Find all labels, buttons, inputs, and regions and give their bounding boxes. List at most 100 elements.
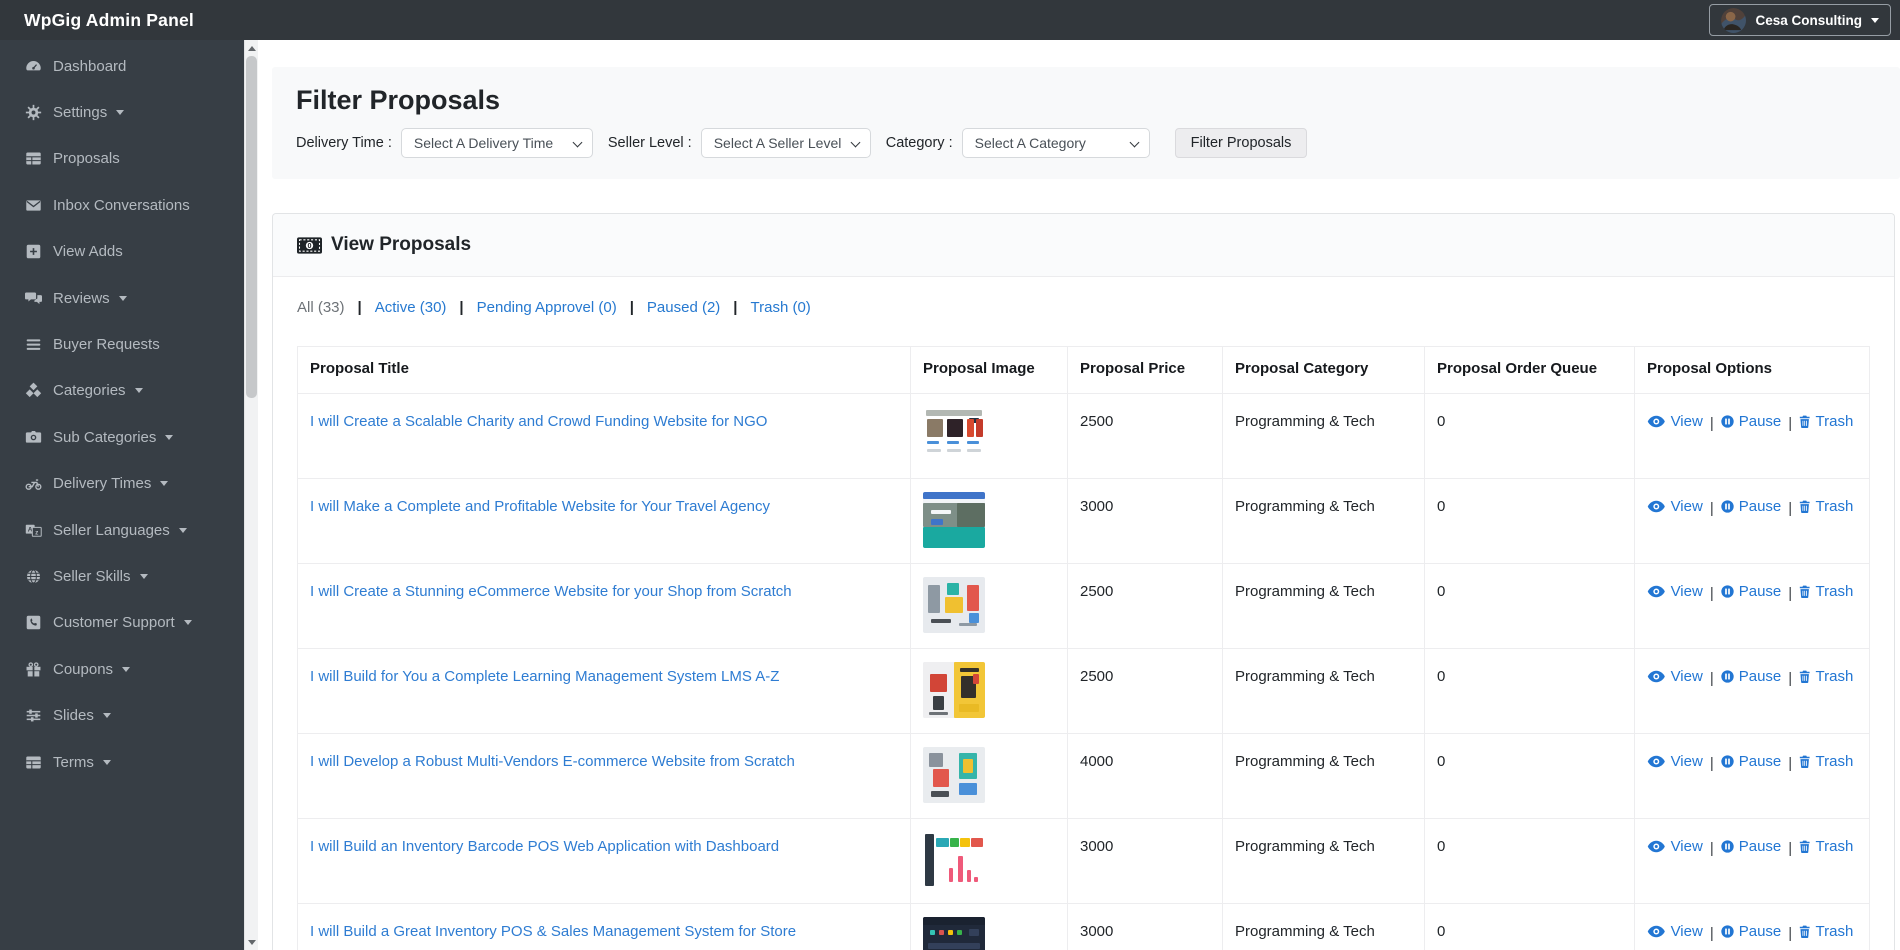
select-a-seller-level-select[interactable]: Select A Seller Level — [700, 128, 871, 158]
select-a-delivery-time-select[interactable]: Select A Delivery Time — [400, 128, 593, 158]
proposal-order-queue: 0 — [1424, 648, 1635, 734]
sidebar-item-terms[interactable]: Terms — [0, 739, 244, 785]
proposal-category: Programming & Tech — [1222, 478, 1425, 564]
table-row: I will Create a Scalable Charity and Cro… — [297, 393, 1870, 479]
sidebar-item-seller-languages[interactable]: Az Seller Languages — [0, 507, 244, 553]
content-scrollbar[interactable] — [244, 40, 258, 950]
view-link[interactable]: View — [1647, 753, 1703, 770]
view-link[interactable]: View — [1647, 413, 1703, 430]
proposal-title-link[interactable]: I will Make a Complete and Profitable We… — [310, 498, 770, 515]
caret-down-icon — [102, 759, 111, 765]
sidebar-item-slides[interactable]: Slides — [0, 692, 244, 738]
option-separator: | — [1788, 415, 1793, 432]
option-label: View — [1670, 838, 1703, 855]
eye-icon — [1647, 840, 1666, 853]
proposal-title-link[interactable]: I will Create a Scalable Charity and Cro… — [310, 413, 767, 430]
caret-down-icon — [118, 295, 127, 301]
trash-icon — [1799, 755, 1810, 768]
sidebar-item-customer-support[interactable]: Customer Support — [0, 600, 244, 646]
option-separator: | — [1788, 840, 1793, 857]
camera-icon — [23, 429, 44, 446]
sidebar-item-categories[interactable]: Categories — [0, 368, 244, 414]
pause-link[interactable]: Pause — [1721, 753, 1781, 770]
pause-link[interactable]: Pause — [1721, 838, 1781, 855]
sidebar-item-inbox-conversations[interactable]: Inbox Conversations — [0, 182, 244, 228]
proposal-title-link[interactable]: I will Develop a Robust Multi-Vendors E-… — [310, 753, 795, 770]
option-separator: | — [1709, 585, 1714, 602]
option-separator: | — [1788, 925, 1793, 942]
trash-link[interactable]: Trash — [1799, 753, 1853, 770]
view-link[interactable]: View — [1647, 838, 1703, 855]
filter-proposals-button[interactable]: Filter Proposals — [1174, 128, 1308, 158]
proposal-title-link[interactable]: I will Build a Great Inventory POS & Sal… — [310, 923, 796, 940]
trash-link[interactable]: Trash — [1799, 583, 1853, 600]
proposal-order-queue: 0 — [1424, 818, 1635, 904]
scrollbar-down-arrow-icon[interactable] — [245, 935, 258, 949]
proposal-title-link[interactable]: I will Build an Inventory Barcode POS We… — [310, 838, 779, 855]
proposal-title-link[interactable]: I will Create a Stunning eCommerce Websi… — [310, 583, 792, 600]
caret-down-icon — [178, 527, 187, 533]
trash-link[interactable]: Trash — [1799, 838, 1853, 855]
proposal-order-queue: 0 — [1424, 733, 1635, 819]
top-bar: WpGig Admin Panel Cesa Consulting — [0, 0, 1900, 40]
view-link[interactable]: View — [1647, 923, 1703, 940]
sidebar-item-dashboard[interactable]: Dashboard — [0, 43, 244, 89]
sidebar-item-view-adds[interactable]: View Adds — [0, 229, 244, 275]
tab-trash-0[interactable]: Trash (0) — [751, 299, 811, 316]
pause-link[interactable]: Pause — [1721, 413, 1781, 430]
delivery-time-label: Delivery Time : — [296, 135, 392, 151]
table-icon — [23, 150, 44, 167]
proposals-card: 0 View Proposals All (33) | Active (30) | Pe… — [272, 213, 1895, 950]
option-label: Trash — [1815, 753, 1854, 770]
sidebar-item-settings[interactable]: Settings — [0, 89, 244, 135]
proposal-title-link[interactable]: I will Build for You a Complete Learning… — [310, 668, 779, 685]
sidebar-item-proposals[interactable]: Proposals — [0, 136, 244, 182]
pause-icon — [1721, 415, 1734, 428]
view-link[interactable]: View — [1647, 498, 1703, 515]
trash-link[interactable]: Trash — [1799, 668, 1853, 685]
trash-link[interactable]: Trash — [1799, 413, 1853, 430]
sidebar-item-delivery-times[interactable]: Delivery Times — [0, 461, 244, 507]
option-label: Pause — [1738, 923, 1782, 940]
option-separator: | — [1788, 500, 1793, 517]
pause-link[interactable]: Pause — [1721, 923, 1782, 940]
tab-active-30[interactable]: Active (30) — [375, 299, 447, 316]
pause-link[interactable]: Pause — [1721, 583, 1781, 600]
sidebar-item-label: Seller Languages — [53, 521, 170, 539]
pause-link[interactable]: Pause — [1721, 668, 1781, 685]
sidebar-item-reviews[interactable]: Reviews — [0, 275, 244, 321]
sidebar-item-coupons[interactable]: Coupons — [0, 646, 244, 692]
sidebar-item-label: Categories — [53, 382, 126, 400]
trash-link[interactable]: Trash — [1799, 923, 1853, 940]
tab-paused-2[interactable]: Paused (2) — [647, 299, 720, 316]
pause-icon — [1721, 500, 1734, 513]
proposal-category: Programming & Tech — [1222, 563, 1425, 649]
main-content: Filter Proposals Delivery Time : Select A… — [258, 40, 1900, 950]
category-label: Category : — [885, 135, 953, 151]
trash-link[interactable]: Trash — [1799, 498, 1853, 515]
scrollbar-up-arrow-icon[interactable] — [245, 41, 258, 55]
tab-separator: | — [357, 299, 362, 316]
option-label: Trash — [1815, 923, 1854, 940]
column-header-proposal-order-queue: Proposal Order Queue — [1424, 346, 1635, 394]
envelope-icon — [23, 197, 44, 214]
cubes-icon — [23, 382, 44, 399]
caret-down-icon — [116, 110, 125, 116]
select-a-category-select[interactable]: Select A Category — [961, 128, 1150, 158]
sidebar-item-buyer-requests[interactable]: Buyer Requests — [0, 321, 244, 367]
proposal-price: 3000 — [1067, 903, 1223, 950]
view-link[interactable]: View — [1647, 668, 1703, 685]
tab-all-33[interactable]: All (33) — [297, 299, 345, 316]
bars-icon — [23, 336, 44, 353]
sidebar-item-sub-categories[interactable]: Sub Categories — [0, 414, 244, 460]
view-link[interactable]: View — [1647, 583, 1703, 600]
sidebar-item-label: Reviews — [53, 289, 110, 307]
sidebar-item-seller-skills[interactable]: Seller Skills — [0, 553, 244, 599]
tab-pending-approvel-0[interactable]: Pending Approvel (0) — [477, 299, 617, 316]
pause-link[interactable]: Pause — [1721, 498, 1781, 515]
option-separator: | — [1788, 670, 1793, 687]
pause-icon — [1721, 840, 1734, 853]
select-value: Select A Delivery Time — [413, 135, 554, 151]
scrollbar-thumb[interactable] — [246, 56, 257, 398]
user-menu-button[interactable]: Cesa Consulting — [1709, 4, 1891, 36]
